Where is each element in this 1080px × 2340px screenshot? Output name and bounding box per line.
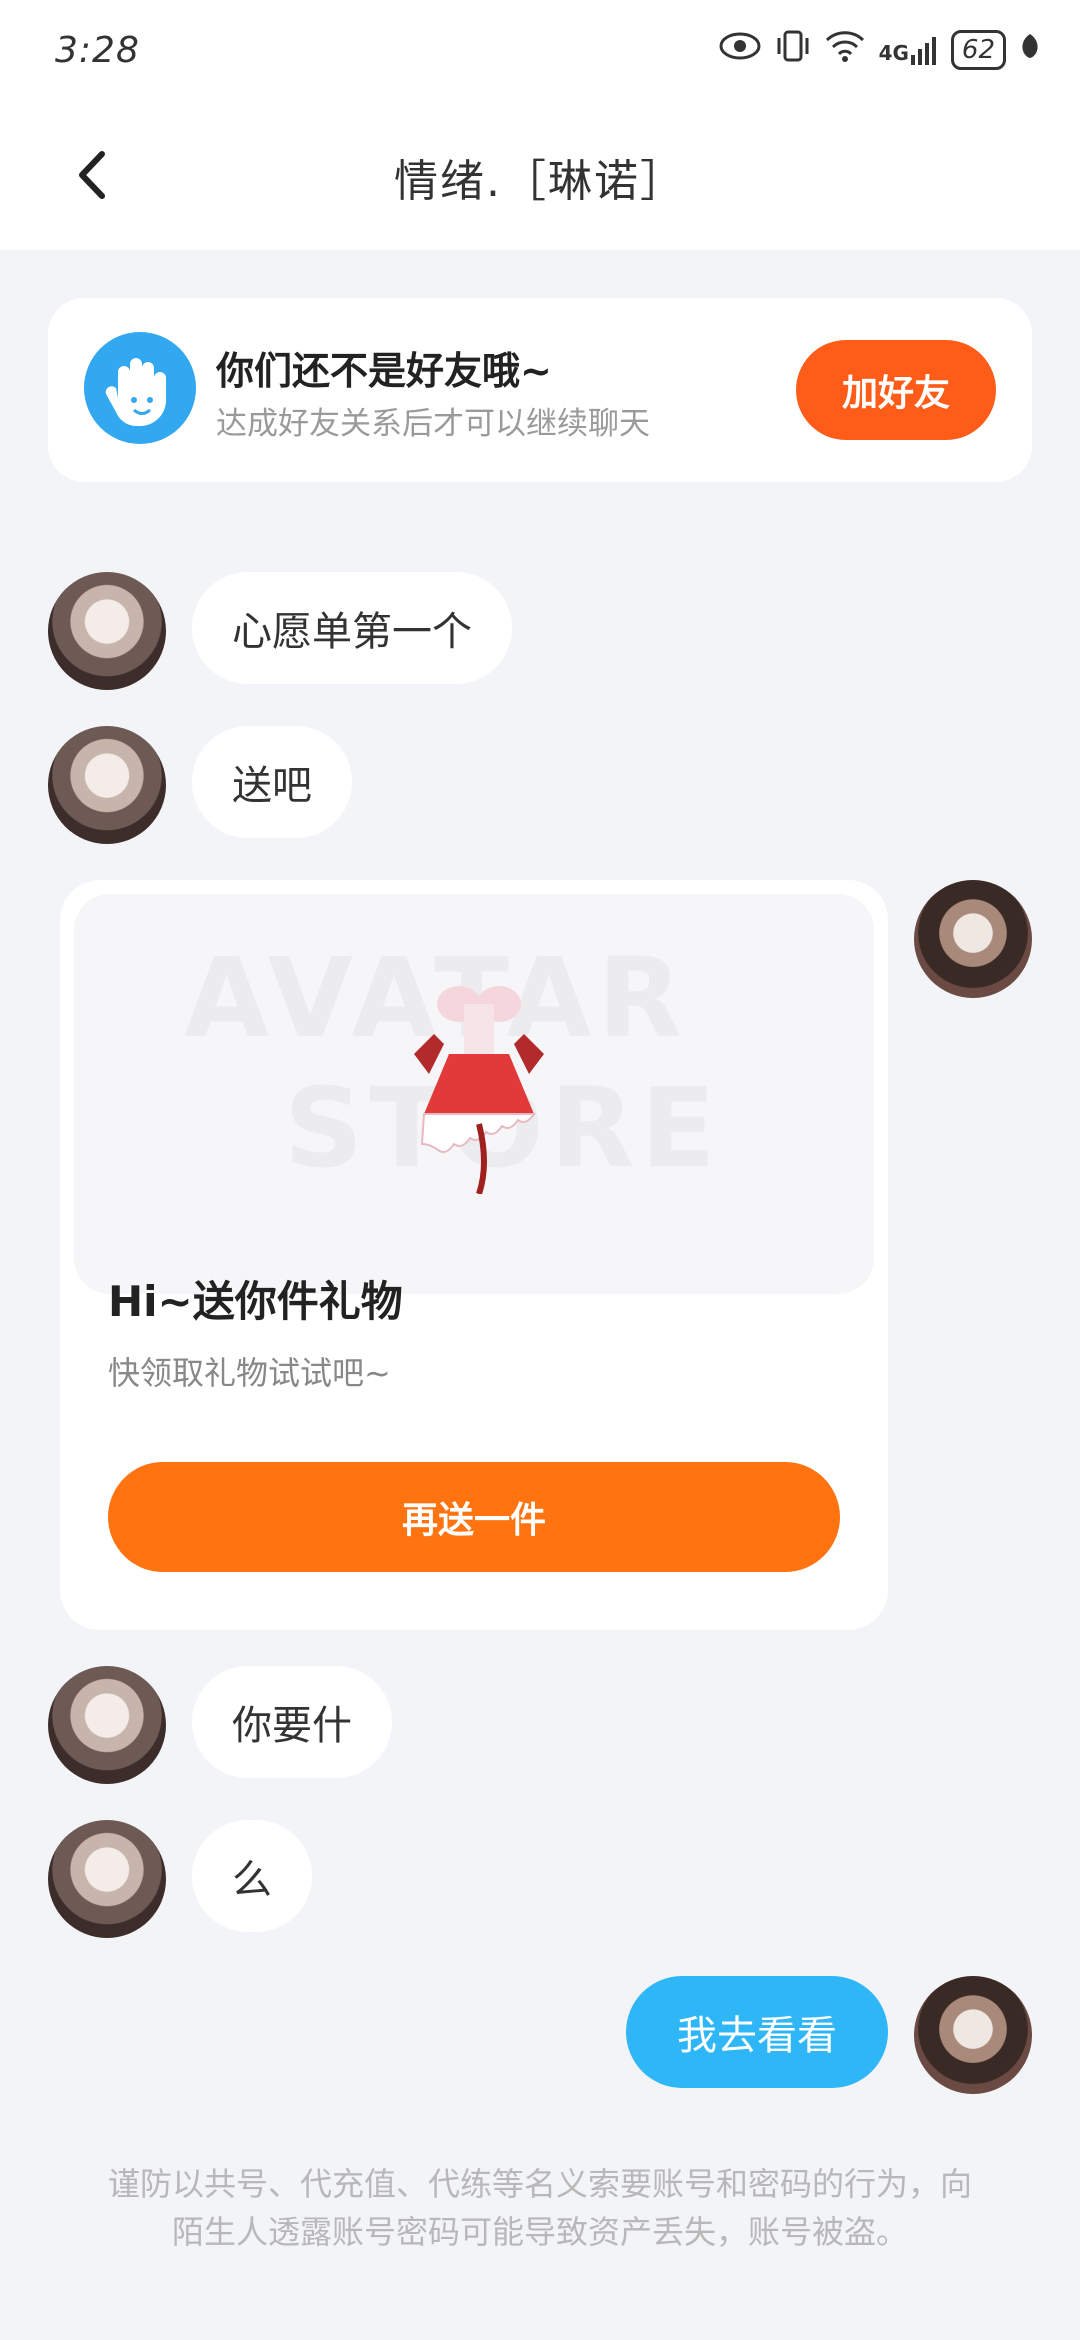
network-type-label: 4G	[878, 41, 909, 65]
status-bar: 3:28 4G 62	[0, 0, 1080, 100]
message-bubble[interactable]: 我去看看	[626, 1976, 888, 2088]
status-icons: 4G 62	[719, 28, 1040, 72]
hand-wave-icon	[84, 332, 196, 444]
avatar[interactable]	[48, 572, 166, 690]
friend-notice-subtitle: 达成好友关系后才可以继续聊天	[216, 406, 650, 442]
gift-subtitle: 快领取礼物试试吧~	[108, 1354, 391, 1392]
message-bubble[interactable]: 么	[192, 1820, 312, 1932]
message-bubble[interactable]: 你要什	[192, 1666, 392, 1778]
message-bubble[interactable]: 心愿单第一个	[192, 572, 512, 684]
add-friend-button[interactable]: 加好友	[796, 340, 996, 440]
security-warning: 谨防以共号、代充值、代练等名义索要账号和密码的行为，向陌生人透露账号密码可能导致…	[107, 2165, 972, 2251]
friend-notice-title: 你们还不是好友哦~	[216, 349, 552, 393]
send-another-gift-button[interactable]: 再送一件	[108, 1462, 840, 1572]
page-title: 情绪.［琳诺］	[394, 156, 686, 207]
chat-header: 情绪.［琳诺］	[0, 100, 1080, 250]
wifi-icon	[825, 30, 865, 70]
status-time: 3:28	[55, 30, 140, 71]
friend-request-banner: 你们还不是好友哦~ 达成好友关系后才可以继续聊天 加好友	[48, 298, 1032, 482]
avatar[interactable]	[48, 726, 166, 844]
cellular-signal-icon: 4G	[879, 35, 937, 65]
avatar[interactable]	[914, 880, 1032, 998]
gift-card[interactable]: AVATAR STORE Hi~送你件礼物 快领取礼物试试吧~ 再送一件	[60, 880, 888, 1630]
avatar[interactable]	[48, 1666, 166, 1784]
gift-title: Hi~送你件礼物	[108, 1277, 403, 1326]
vibrate-icon	[775, 28, 811, 72]
gift-image: AVATAR STORE	[74, 894, 874, 1294]
avatar[interactable]	[914, 1976, 1032, 2094]
eye-icon	[719, 31, 761, 69]
leaf-icon	[1020, 32, 1040, 68]
message-bubble[interactable]: 送吧	[192, 726, 352, 838]
dress-icon	[414, 986, 544, 1194]
avatar[interactable]	[48, 1820, 166, 1938]
battery-icon: 62	[950, 30, 1006, 70]
